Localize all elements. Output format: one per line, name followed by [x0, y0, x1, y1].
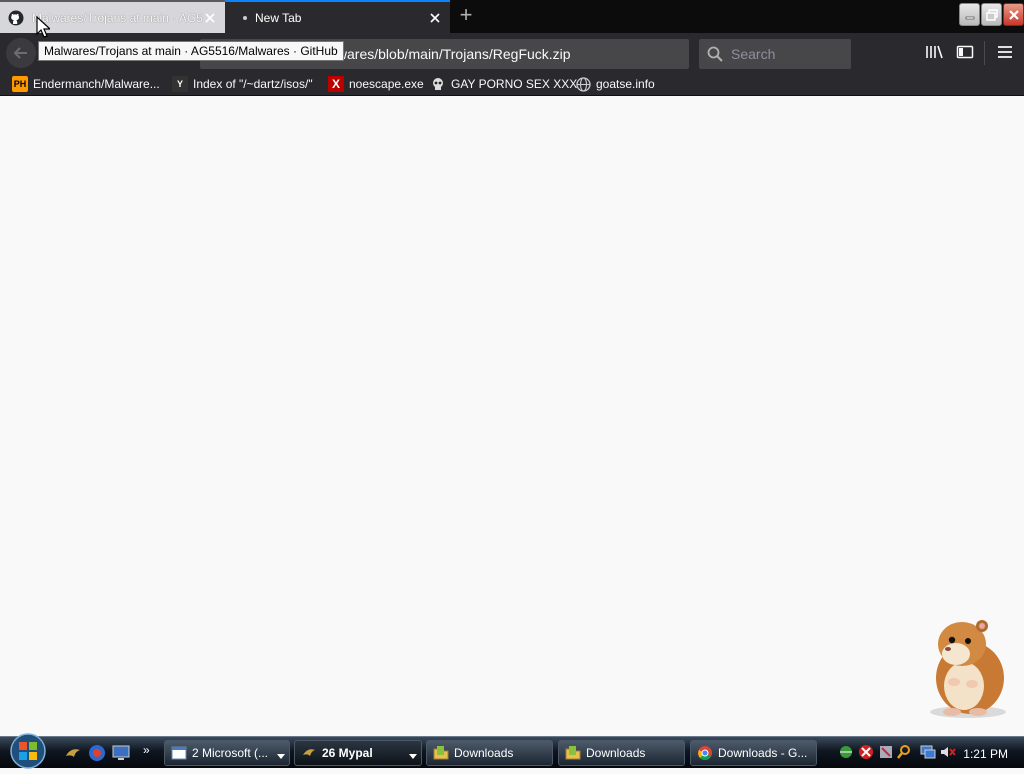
- taskbar-button-downloads-chrome[interactable]: Downloads - G...: [690, 740, 817, 766]
- tab-strip: Malwares/Trojans at main · AG5516/Malwar…: [0, 0, 1024, 33]
- close-tab-icon[interactable]: [428, 11, 442, 25]
- url-text: alwares/blob/main/Trojans/RegFuck.zip: [326, 46, 571, 62]
- security-alert-icon[interactable]: [858, 744, 874, 765]
- window-controls: [959, 3, 1024, 26]
- ph-icon: PH: [12, 76, 28, 92]
- skull-icon: [430, 76, 446, 92]
- sidebar-icon[interactable]: [955, 42, 975, 62]
- search-input[interactable]: Search: [699, 39, 851, 69]
- taskbar-button-mypal[interactable]: 26 Mypal: [294, 740, 422, 766]
- hamster-mascot[interactable]: [918, 614, 1010, 720]
- chrome-icon: [697, 745, 713, 761]
- quicklaunch-browser-icon[interactable]: [88, 744, 106, 762]
- search-tray-icon[interactable]: [896, 744, 912, 765]
- bookmark-gay-porno[interactable]: GAY PORNO SEX XXX: [430, 75, 577, 93]
- tab-new-tab[interactable]: New Tab: [225, 0, 450, 33]
- folder-icon: [565, 745, 581, 761]
- github-icon: [8, 10, 24, 26]
- mypal-icon: [301, 745, 317, 761]
- search-placeholder: Search: [731, 46, 776, 62]
- minimize-button[interactable]: [959, 3, 980, 26]
- tray-app-icon[interactable]: [878, 744, 894, 765]
- bookmark-endermanch[interactable]: PH Endermanch/Malware...: [12, 75, 160, 93]
- toolbar-divider: [984, 41, 985, 65]
- bookmark-dartz-isos[interactable]: Y Index of "/~dartz/isos/": [172, 75, 313, 93]
- restore-button[interactable]: [981, 3, 1002, 26]
- back-arrow-icon: [13, 47, 27, 59]
- bookmarks-toolbar: PH Endermanch/Malware... Y Index of "/~d…: [0, 73, 1024, 96]
- page-content: [0, 96, 1024, 736]
- close-window-button[interactable]: [1003, 3, 1024, 26]
- menu-icon[interactable]: [995, 42, 1015, 62]
- loading-dot-icon: [243, 15, 247, 20]
- quicklaunch-bird-icon[interactable]: [64, 744, 82, 762]
- bookmark-label: goatse.info: [596, 77, 655, 91]
- bookmark-label: GAY PORNO SEX XXX: [451, 77, 578, 91]
- volume-muted-icon[interactable]: [940, 744, 956, 765]
- start-button[interactable]: [6, 733, 50, 769]
- clock[interactable]: 1:21 PM: [963, 747, 1008, 761]
- network-tray-icon[interactable]: [838, 744, 854, 765]
- tab-title: New Tab: [255, 10, 302, 25]
- taskbar-button-downloads-2[interactable]: Downloads: [558, 740, 685, 766]
- chevron-down-icon: [409, 749, 417, 763]
- bookmark-goatse[interactable]: goatse.info: [575, 75, 655, 93]
- taskbar: » 2 Microsoft (... 26 Mypal Downloads Do…: [0, 733, 1024, 769]
- bookmark-label: Index of "/~dartz/isos/": [193, 77, 313, 91]
- x-icon: X: [328, 76, 344, 92]
- taskbar-button-label: Downloads - G...: [718, 746, 808, 760]
- mouse-cursor-icon: [36, 15, 52, 43]
- bookmark-label: noescape.exe: [349, 77, 424, 91]
- bookmark-noescape[interactable]: X noescape.exe: [328, 75, 424, 93]
- yc-icon: Y: [172, 76, 188, 92]
- search-icon: [707, 46, 723, 67]
- quicklaunch-overflow-icon[interactable]: »: [143, 743, 150, 757]
- back-button[interactable]: [6, 38, 36, 68]
- display-tray-icon[interactable]: [920, 744, 936, 765]
- system-tray: 1:21 PM: [832, 738, 1024, 768]
- show-desktop-icon[interactable]: [112, 744, 130, 762]
- chevron-down-icon: [277, 749, 285, 763]
- window-icon: [171, 745, 187, 761]
- tab-tooltip: Malwares/Trojans at main · AG5516/Malwar…: [38, 41, 344, 61]
- tab-github[interactable]: Malwares/Trojans at main · AG5516/Malwar…: [0, 0, 225, 33]
- tab-title: Malwares/Trojans at main · AG5516/Malwar…: [32, 10, 203, 25]
- close-tab-icon[interactable]: [203, 11, 217, 25]
- bookmark-label: Endermanch/Malware...: [33, 77, 160, 91]
- new-tab-button[interactable]: +: [455, 4, 477, 27]
- taskbar-button-downloads-1[interactable]: Downloads: [426, 740, 553, 766]
- library-icon[interactable]: [924, 42, 944, 62]
- taskbar-button-microsoft[interactable]: 2 Microsoft (...: [164, 740, 290, 766]
- globe-icon: [575, 76, 591, 92]
- taskbar-button-label: 2 Microsoft (...: [192, 746, 269, 760]
- taskbar-button-label: Downloads: [454, 746, 514, 760]
- folder-icon: [433, 745, 449, 761]
- taskbar-button-label: Downloads: [586, 746, 646, 760]
- taskbar-button-label: 26 Mypal: [322, 746, 373, 760]
